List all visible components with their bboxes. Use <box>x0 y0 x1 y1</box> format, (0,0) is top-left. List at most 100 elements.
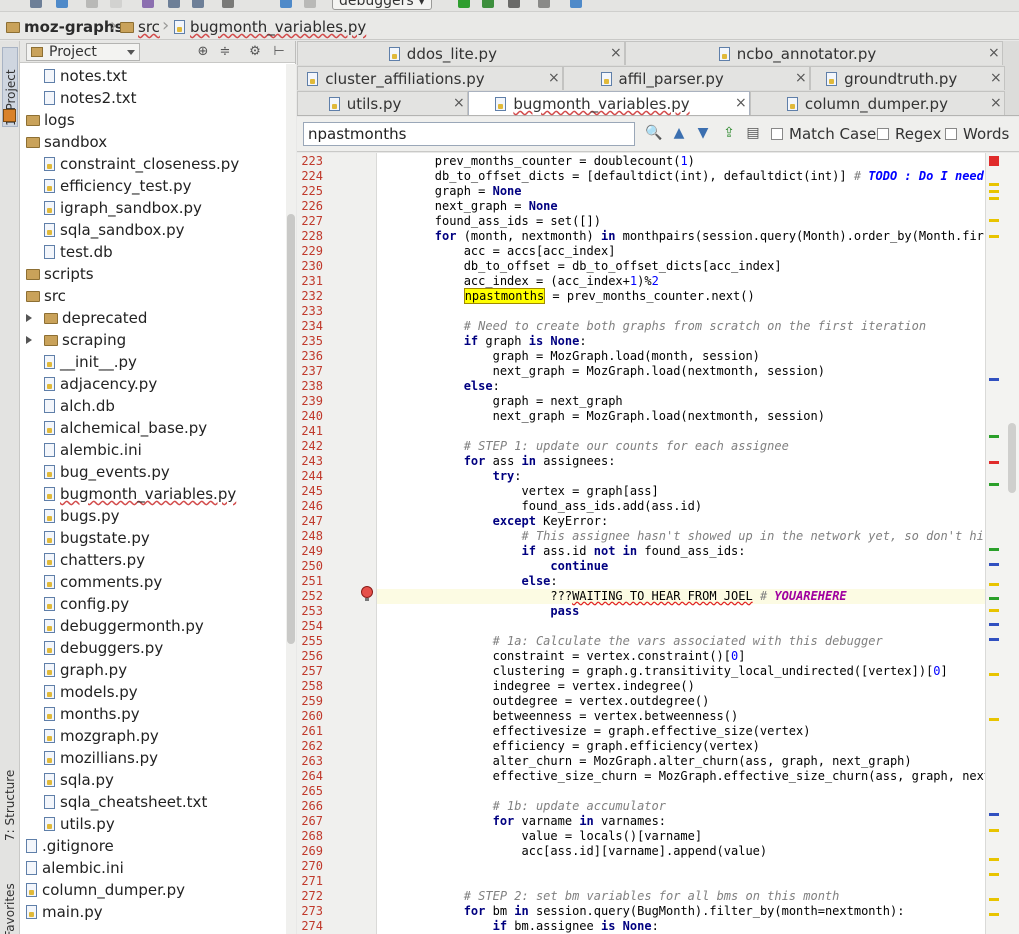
line-number[interactable]: 242 <box>297 439 323 454</box>
line-number[interactable]: 259 <box>297 694 323 709</box>
close-tab-icon[interactable]: × <box>735 92 747 114</box>
code-line[interactable]: if graph is None: <box>377 334 587 349</box>
project-tree-item[interactable]: graph.py <box>44 659 127 681</box>
line-number[interactable]: 243 <box>297 454 323 469</box>
code-line[interactable]: value = locals()[varname] <box>377 829 702 844</box>
project-tree-item[interactable]: alembic.ini <box>44 439 142 461</box>
next-occurrence-icon[interactable]: ▼ <box>695 125 711 141</box>
debug-icon[interactable] <box>482 0 494 8</box>
line-number[interactable]: 274 <box>297 919 323 934</box>
code-line[interactable]: next_graph = None <box>377 199 558 214</box>
project-tree-item[interactable]: models.py <box>44 681 138 703</box>
code-line[interactable]: vertex = graph[ass] <box>377 484 658 499</box>
marker-stripe-tick[interactable] <box>989 435 999 438</box>
line-number[interactable]: 246 <box>297 499 323 514</box>
marker-stripe-tick[interactable] <box>989 583 999 586</box>
code-line[interactable]: # 1a: Calculate the vars associated with… <box>377 634 883 649</box>
error-status-icon[interactable] <box>989 156 999 166</box>
project-tree-item[interactable]: debuggermonth.py <box>44 615 204 637</box>
marker-stripe-tick[interactable] <box>989 235 999 238</box>
project-tree-item[interactable]: sandbox <box>26 131 107 153</box>
line-number[interactable]: 233 <box>297 304 323 319</box>
code-line[interactable]: next_graph = MozGraph.load(nextmonth, se… <box>377 364 825 379</box>
project-tree-item[interactable]: alchemical_base.py <box>44 417 207 439</box>
code-editor[interactable]: 223 224 225 226 227 228 229 230 231 232 233 234 235 2… <box>297 153 1019 934</box>
code-line[interactable]: db_to_offset = db_to_offset_dicts[acc_in… <box>377 259 782 274</box>
line-number[interactable]: 231 <box>297 274 323 289</box>
close-tab-icon[interactable]: × <box>990 67 1002 89</box>
project-tree-item[interactable]: adjacency.py <box>44 373 157 395</box>
marker-stripe-tick[interactable] <box>989 609 999 612</box>
sync-icon[interactable] <box>56 0 68 8</box>
line-number[interactable]: 254 <box>297 619 323 634</box>
code-line[interactable]: found_ass_ids = set([]) <box>377 214 601 229</box>
line-number[interactable]: 257 <box>297 664 323 679</box>
code-line[interactable]: constraint = vertex.constraint()[0] <box>377 649 746 664</box>
marker-stripe-tick[interactable] <box>989 378 999 381</box>
marker-stripe-tick[interactable] <box>989 623 999 626</box>
settings-icon[interactable] <box>538 0 550 8</box>
line-number[interactable]: 256 <box>297 649 323 664</box>
marker-stripe-tick[interactable] <box>989 461 999 464</box>
code-line[interactable]: efficiency = graph.efficiency(vertex) <box>377 739 760 754</box>
line-number[interactable]: 260 <box>297 709 323 724</box>
breadcrumb-file[interactable]: bugmonth_variables.py <box>174 18 366 36</box>
project-tree-item[interactable]: logs <box>26 109 75 131</box>
find-input[interactable] <box>303 122 635 146</box>
line-number[interactable]: 229 <box>297 244 323 259</box>
close-tab-icon[interactable]: × <box>610 42 622 64</box>
line-number[interactable]: 224 <box>297 169 323 184</box>
line-number[interactable]: 250 <box>297 559 323 574</box>
line-number[interactable]: 227 <box>297 214 323 229</box>
save-icon[interactable] <box>30 0 42 8</box>
project-tree-item[interactable]: comments.py <box>44 571 162 593</box>
line-number[interactable]: 226 <box>297 199 323 214</box>
intention-bulb-icon[interactable] <box>361 586 373 601</box>
marker-stripe-tick[interactable] <box>989 873 999 876</box>
project-tree-item[interactable]: __init__.py <box>44 351 137 373</box>
words-checkbox[interactable] <box>945 128 957 140</box>
line-number[interactable]: 234 <box>297 319 323 334</box>
tab-favorites-tool[interactable]: 2: Favorites <box>2 873 18 934</box>
code-line[interactable]: graph = MozGraph.load(month, session) <box>377 349 760 364</box>
code-line[interactable]: acc = accs[acc_index] <box>377 244 616 259</box>
project-tree-item[interactable]: sqla_cheatsheet.txt <box>44 791 207 813</box>
line-number[interactable]: 272 <box>297 889 323 904</box>
line-number[interactable]: 270 <box>297 859 323 874</box>
editor-tab[interactable]: ncbo_annotator.py × <box>625 41 1003 65</box>
project-tree-item[interactable]: deprecated <box>26 307 147 329</box>
code-line[interactable]: for (month, nextmonth) in monthpairs(ses… <box>377 229 985 244</box>
marker-stripe-tick[interactable] <box>989 673 999 676</box>
editor-gutter[interactable]: 223 224 225 226 227 228 229 230 231 232 233 234 235 2… <box>297 153 377 934</box>
collapse-all-icon[interactable]: ≑ <box>218 45 232 59</box>
line-number[interactable]: 230 <box>297 259 323 274</box>
regex-checkbox[interactable] <box>877 128 889 140</box>
code-line[interactable]: effective_size_churn = MozGraph.effectiv… <box>377 769 985 784</box>
line-number[interactable]: 268 <box>297 829 323 844</box>
project-tree-scrollbar[interactable] <box>286 64 296 934</box>
project-tree-item[interactable]: main.py <box>26 901 103 923</box>
marker-stripe-tick[interactable] <box>989 813 999 816</box>
redo-icon[interactable] <box>110 0 122 8</box>
code-line[interactable]: prev_months_counter = doublecount(1) <box>377 154 695 169</box>
code-line[interactable]: # STEP 2: set bm variables for all bms o… <box>377 889 840 904</box>
close-tab-icon[interactable]: × <box>988 42 1000 64</box>
marker-stripe-tick[interactable] <box>989 638 999 641</box>
code-line[interactable]: else: <box>377 574 558 589</box>
line-number[interactable]: 223 <box>297 154 323 169</box>
line-number[interactable]: 240 <box>297 409 323 424</box>
tab-structure-tool[interactable]: 7: Structure <box>2 761 18 841</box>
marker-stripe-tick[interactable] <box>989 718 999 721</box>
line-number[interactable]: 267 <box>297 814 323 829</box>
code-line[interactable]: pass <box>377 604 579 619</box>
editor-tab[interactable]: cluster_affiliations.py × <box>297 66 563 90</box>
marker-stripe-tick[interactable] <box>989 563 999 566</box>
help-icon[interactable] <box>570 0 582 8</box>
project-tree-item[interactable]: utils.py <box>44 813 115 835</box>
project-tree-item[interactable]: column_dumper.py <box>26 879 185 901</box>
line-number[interactable]: 239 <box>297 394 323 409</box>
undo-icon[interactable] <box>86 0 98 8</box>
run-config-select[interactable]: debuggers ▾ <box>332 0 433 10</box>
copy-icon[interactable] <box>168 0 180 8</box>
line-number[interactable]: 247 <box>297 514 323 529</box>
